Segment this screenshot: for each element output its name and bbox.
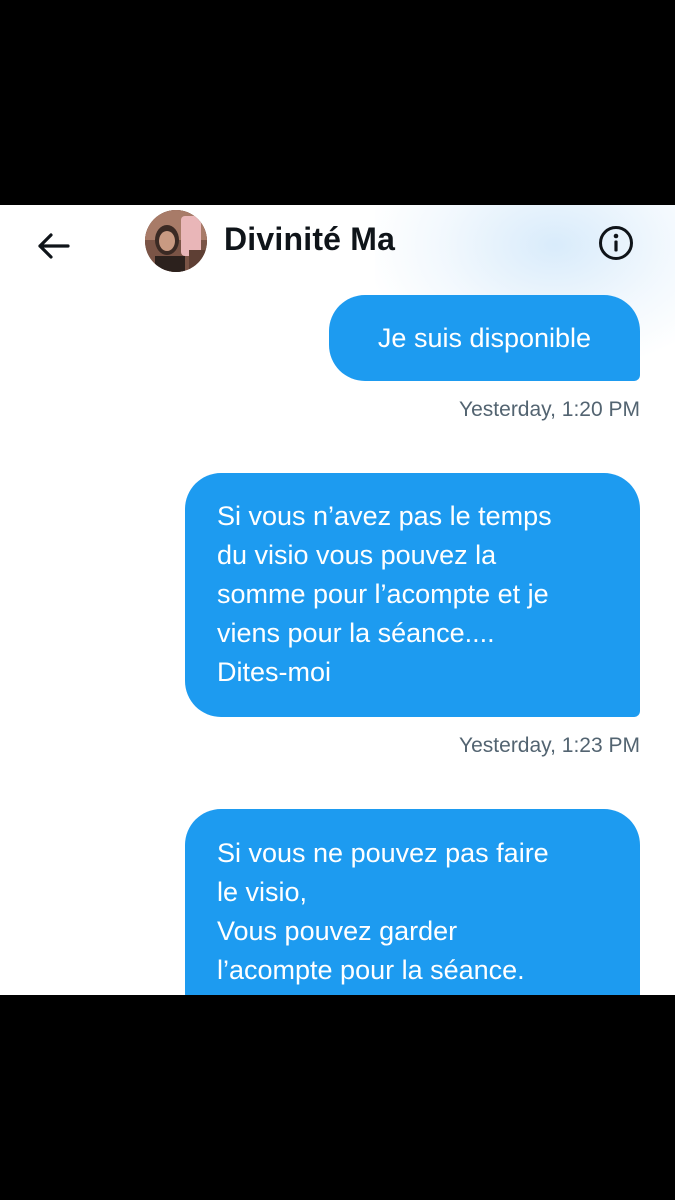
conversation-header: Divinité Ma [0, 205, 675, 285]
avatar-photo [145, 210, 207, 272]
message-bubble[interactable]: Si vous n’avez pas le temps du visio vou… [185, 473, 640, 717]
back-button[interactable] [30, 223, 76, 269]
info-icon [599, 226, 633, 260]
avatar[interactable] [145, 210, 207, 272]
chat-screen: Divinité Ma Je suis disponible Yesterday… [0, 205, 675, 995]
message-timestamp: Yesterday, 1:23 PM [459, 734, 640, 757]
arrow-left-icon [38, 233, 70, 259]
info-button[interactable] [596, 223, 636, 263]
message-bubble[interactable]: Je suis disponible [329, 295, 640, 381]
message-bubble[interactable]: Si vous ne pouvez pas faire le visio, Vo… [185, 809, 640, 995]
contact-name[interactable]: Divinité Ma [224, 221, 395, 258]
message-timestamp: Yesterday, 1:20 PM [459, 398, 640, 421]
